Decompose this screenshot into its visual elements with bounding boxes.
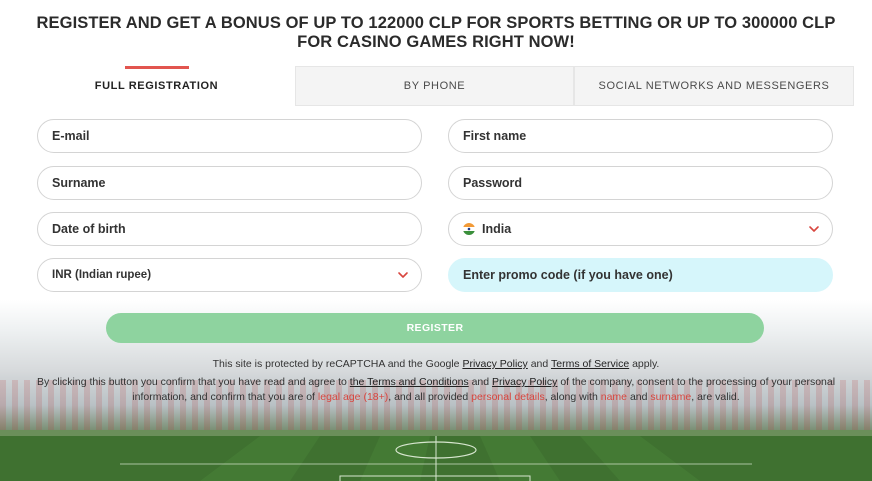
currency-select[interactable]: INR (Indian rupee) (37, 258, 422, 292)
valid-text: , are valid. (691, 391, 740, 403)
and-text-2: and (471, 376, 490, 388)
first-name-placeholder: First name (463, 129, 527, 143)
india-flag-icon (463, 223, 475, 235)
personal-details-link[interactable]: personal details (471, 391, 545, 403)
recaptcha-notice: This site is protected by reCAPTCHA and … (20, 357, 852, 372)
and-text: and (530, 358, 549, 370)
recaptcha-text: This site is protected by reCAPTCHA and … (212, 358, 460, 370)
email-placeholder: E-mail (52, 129, 90, 143)
tab-social-networks[interactable]: SOCIAL NETWORKS AND MESSENGERS (574, 66, 854, 106)
consent-notice: By clicking this button you confirm that… (20, 375, 852, 405)
and-text-3: and (629, 391, 648, 403)
email-field[interactable]: E-mail (37, 119, 422, 153)
dob-placeholder: Date of birth (52, 222, 126, 236)
country-value: India (482, 222, 512, 236)
legal-age-link[interactable]: legal age (18+) (318, 391, 388, 403)
currency-value: INR (Indian rupee) (52, 269, 152, 281)
apply-text: apply. (632, 358, 660, 370)
privacy-policy-link-2[interactable]: Privacy Policy (492, 376, 557, 388)
surname-field[interactable]: Surname (37, 166, 422, 200)
date-of-birth-field[interactable]: Date of birth (37, 212, 422, 246)
country-select[interactable]: India (448, 212, 833, 246)
registration-panel: REGISTER AND GET A BONUS OF UP TO 122000… (0, 0, 872, 481)
register-button[interactable]: REGISTER (106, 313, 764, 343)
consent-mid-2: , and all provided (388, 391, 469, 403)
consent-prefix: By clicking this button you confirm that… (36, 376, 347, 388)
along-with-text: , along with (544, 391, 598, 403)
password-field[interactable]: Password (448, 166, 833, 200)
password-placeholder: Password (463, 176, 523, 190)
name-link[interactable]: name (601, 391, 627, 403)
tab-by-phone[interactable]: BY PHONE (295, 66, 574, 106)
terms-conditions-link[interactable]: the Terms and Conditions (350, 376, 469, 388)
privacy-policy-link[interactable]: Privacy Policy (462, 358, 527, 370)
terms-of-service-link[interactable]: Terms of Service (551, 358, 629, 370)
surname-placeholder: Surname (52, 176, 106, 190)
surname-link[interactable]: surname (650, 391, 691, 403)
chevron-down-icon (398, 272, 408, 278)
first-name-field[interactable]: First name (448, 119, 833, 153)
registration-tabs: FULL REGISTRATION BY PHONE SOCIAL NETWOR… (18, 66, 854, 106)
promo-code-field[interactable]: Enter promo code (if you have one) (448, 258, 833, 292)
bonus-headline: REGISTER AND GET A BONUS OF UP TO 122000… (36, 14, 836, 51)
promo-placeholder: Enter promo code (if you have one) (463, 268, 673, 282)
chevron-down-icon (809, 226, 819, 232)
tab-full-registration[interactable]: FULL REGISTRATION (18, 66, 295, 106)
